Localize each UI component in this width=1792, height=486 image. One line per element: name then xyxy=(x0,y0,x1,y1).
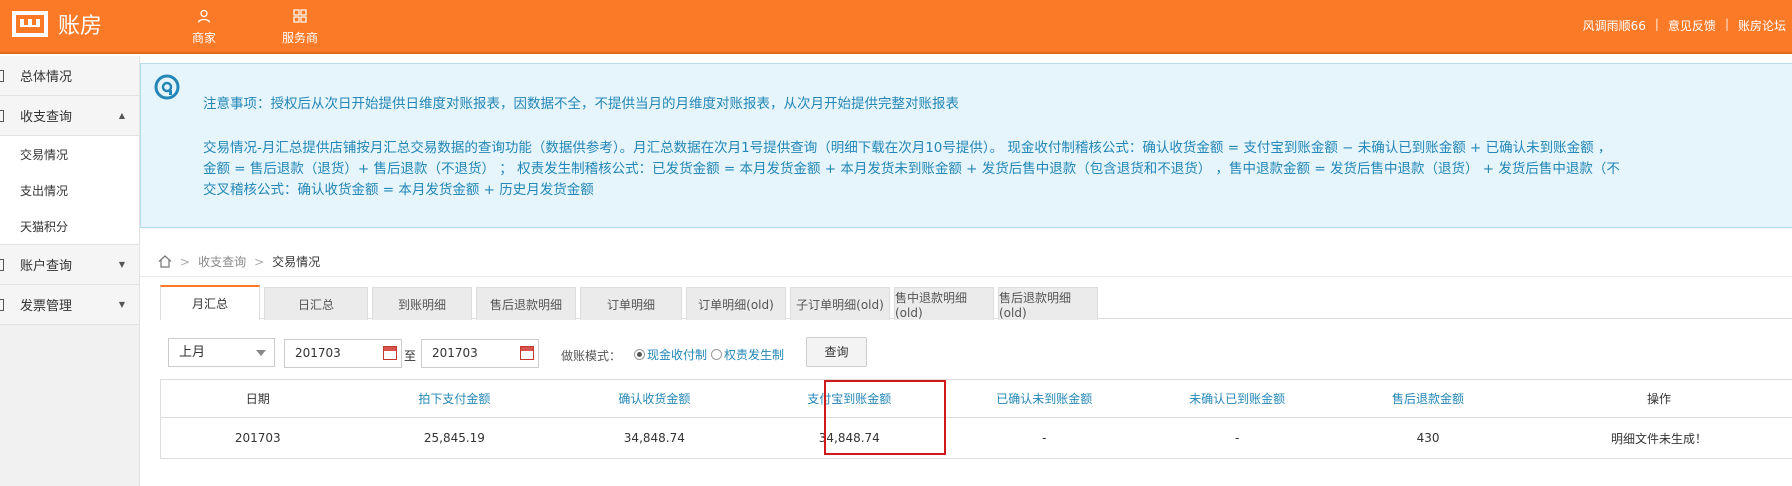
sidebar-item-label: 发票管理 xyxy=(20,299,73,314)
sidebar-subitem-transactions[interactable]: 交易情况 xyxy=(0,136,139,172)
mode-cash-radio[interactable]: 现金收付制 xyxy=(634,346,707,363)
user-link[interactable]: 风调雨顺66 xyxy=(1583,17,1646,34)
app-logo[interactable]: 账房 xyxy=(12,9,102,39)
sidebar-subitem-tmall-points[interactable]: 天猫积分 xyxy=(0,208,139,244)
sidebar-subitem-expenses[interactable]: 支出情况 xyxy=(0,172,139,208)
query-button[interactable]: 查询 xyxy=(806,337,867,367)
calendar-icon[interactable] xyxy=(383,346,397,360)
divider: | xyxy=(1724,17,1729,31)
period-select-value: 上月 xyxy=(179,345,206,360)
tab-suborder-detail-old[interactable]: 子订单明细(old) xyxy=(790,287,890,320)
cell-date: 201703 xyxy=(160,417,355,459)
mode-cash-label: 现金收付制 xyxy=(647,348,708,362)
tab-insale-refund-detail-old[interactable]: 售中退款明细(old) xyxy=(894,287,994,320)
forum-link[interactable]: 账房论坛 xyxy=(1738,17,1786,34)
tab-aftersale-refund-detail-old[interactable]: 售后退款明细(old) xyxy=(998,287,1098,320)
caret-down-icon: ▼ xyxy=(118,260,125,269)
top-bar: 账房 商家 服务商 风调雨顺66 | 意见反馈 | 账房论坛 xyxy=(0,0,1792,54)
notice-line: 金额 = 售后退款（退货）+ 售后退款（不退货） ； 权责发生制稽核公式：已发货… xyxy=(203,161,1620,177)
period-select[interactable]: 上月 xyxy=(168,338,275,367)
notice-line: 交易情况-月汇总提供店铺按月汇总交易数据的查询功能（数据供参考）。月汇总数据在次… xyxy=(203,140,1612,156)
column-header-actions: 操作 xyxy=(1526,379,1792,418)
sidebar-item-label: 总体情况 xyxy=(20,70,73,85)
sidebar-item-account[interactable]: 账户查询 ▼ xyxy=(0,245,139,285)
feedback-link[interactable]: 意见反馈 xyxy=(1668,17,1716,34)
column-header-unconfirmed-arrived[interactable]: 未确认已到账金额 xyxy=(1144,379,1331,418)
cell-alipay-amount: 34,848.74 xyxy=(754,417,945,459)
sidebar: 总体情况 收支查询 ▲ 交易情况 支出情况 天猫积分 账户查询 ▼ 发票管理 ▼ xyxy=(0,56,140,486)
tab-arrival-detail[interactable]: 到账明细 xyxy=(372,287,472,320)
table-row: 201703 25,845.19 34,848.74 34,848.74 - -… xyxy=(160,417,1792,459)
page-icon xyxy=(0,109,4,122)
page-icon xyxy=(0,298,4,311)
date-to-value: 201703 xyxy=(432,346,478,360)
sidebar-item-invoice[interactable]: 发票管理 ▼ xyxy=(0,285,139,325)
date-to-input[interactable]: 201703 xyxy=(421,339,539,368)
abacus-icon xyxy=(12,11,48,37)
tab-aftersale-refund-detail[interactable]: 售后退款明细 xyxy=(476,287,576,320)
summary-table: 日期 拍下支付金额 确认收货金额 支付宝到账金额 已确认未到账金额 未确认已到账… xyxy=(160,379,1792,459)
column-header-refund-amount[interactable]: 售后退款金额 xyxy=(1330,379,1527,418)
cell-confirmed-amount: 34,848.74 xyxy=(554,417,755,459)
sidebar-item-overview[interactable]: 总体情况 xyxy=(0,56,139,96)
column-header-confirmed-amount[interactable]: 确认收货金额 xyxy=(554,379,755,418)
date-from-value: 201703 xyxy=(295,346,341,360)
sidebar-submenu: 交易情况 支出情况 天猫积分 xyxy=(0,136,139,245)
sidebar-item-income-expense[interactable]: 收支查询 ▲ xyxy=(0,96,139,136)
cell-refund-amount: 430 xyxy=(1330,417,1527,459)
grid-icon xyxy=(252,7,348,25)
mode-label: 做账模式： xyxy=(561,349,622,363)
top-nav: 商家 服务商 xyxy=(156,0,348,54)
column-header-alipay-amount[interactable]: 支付宝到账金额 xyxy=(754,379,945,418)
column-header-date: 日期 xyxy=(160,379,355,418)
top-links: 风调雨顺66 | 意见反馈 | 账房论坛 xyxy=(1583,17,1786,34)
caret-down-icon: ▼ xyxy=(118,300,125,309)
breadcrumb-parent[interactable]: 收支查询 xyxy=(198,253,246,270)
tab-order-detail-old[interactable]: 订单明细(old) xyxy=(686,287,786,320)
table-header-row: 日期 拍下支付金额 确认收货金额 支付宝到账金额 已确认未到账金额 未确认已到账… xyxy=(160,379,1792,418)
chevron-down-icon xyxy=(256,350,266,356)
mode-accrual-radio[interactable]: 权责发生制 xyxy=(711,346,784,363)
breadcrumb-current: 交易情况 xyxy=(272,255,321,269)
tab-monthly-summary[interactable]: 月汇总 xyxy=(160,285,260,320)
breadcrumb: > 收支查询 > 交易情况 xyxy=(140,247,1792,277)
topnav-merchant[interactable]: 商家 xyxy=(156,0,252,54)
date-from-input[interactable]: 201703 xyxy=(284,339,402,368)
sidebar-item-label: 账户查询 xyxy=(20,259,73,274)
sidebar-item-label: 收支查询 xyxy=(20,110,73,125)
radio-unselected-icon xyxy=(711,349,722,360)
tab-order-detail[interactable]: 订单明细 xyxy=(580,287,682,320)
tab-daily-summary[interactable]: 日汇总 xyxy=(264,287,368,320)
cell-actions: 明细文件未生成！ xyxy=(1526,417,1792,459)
topnav-provider-label: 服务商 xyxy=(281,31,318,45)
filter-bar: 上月 201703 至 201703 做账模式： 现金收付制 权责发生制 查询 xyxy=(160,335,1792,377)
notice-warning: 注意事项：授权后从次日开始提供日维度对账报表，因数据不全，不提供当月的月维度对账… xyxy=(203,96,959,112)
column-header-paid-amount[interactable]: 拍下支付金额 xyxy=(354,379,555,418)
notice-icon xyxy=(154,74,180,100)
page-icon xyxy=(0,69,4,82)
cell-paid-amount: 25,845.19 xyxy=(354,417,555,459)
breadcrumb-separator: > xyxy=(254,254,265,269)
column-header-confirmed-not-arrived[interactable]: 已确认未到账金额 xyxy=(944,379,1145,418)
notice-line: 交叉稽核公式：确认收货金额 = 本月发货金额 + 历史月发货金额 xyxy=(203,182,594,198)
notice-box: 注意事项：授权后从次日开始提供日维度对账报表，因数据不全，不提供当月的月维度对账… xyxy=(140,63,1792,228)
topnav-provider[interactable]: 服务商 xyxy=(252,0,348,54)
breadcrumb-separator: > xyxy=(180,254,191,269)
date-range-separator: 至 xyxy=(404,349,417,363)
cell-unconfirmed-arrived: - xyxy=(1144,417,1331,459)
topnav-merchant-label: 商家 xyxy=(191,31,216,45)
mode-accrual-label: 权责发生制 xyxy=(724,348,785,362)
calendar-icon[interactable] xyxy=(520,346,534,360)
user-icon xyxy=(156,7,252,25)
home-icon[interactable] xyxy=(158,255,172,268)
page-icon xyxy=(0,258,4,271)
app-title: 账房 xyxy=(58,14,103,39)
tab-bar: 月汇总 日汇总 到账明细 售后退款明细 订单明细 订单明细(old) 子订单明细… xyxy=(160,285,1792,320)
divider: | xyxy=(1654,17,1659,31)
radio-selected-icon xyxy=(634,349,645,360)
cell-confirmed-not-arrived: - xyxy=(944,417,1145,459)
caret-up-icon: ▲ xyxy=(118,111,125,120)
notice-description: 交易情况-月汇总提供店铺按月汇总交易数据的查询功能（数据供参考）。月汇总数据在次… xyxy=(203,138,1620,201)
